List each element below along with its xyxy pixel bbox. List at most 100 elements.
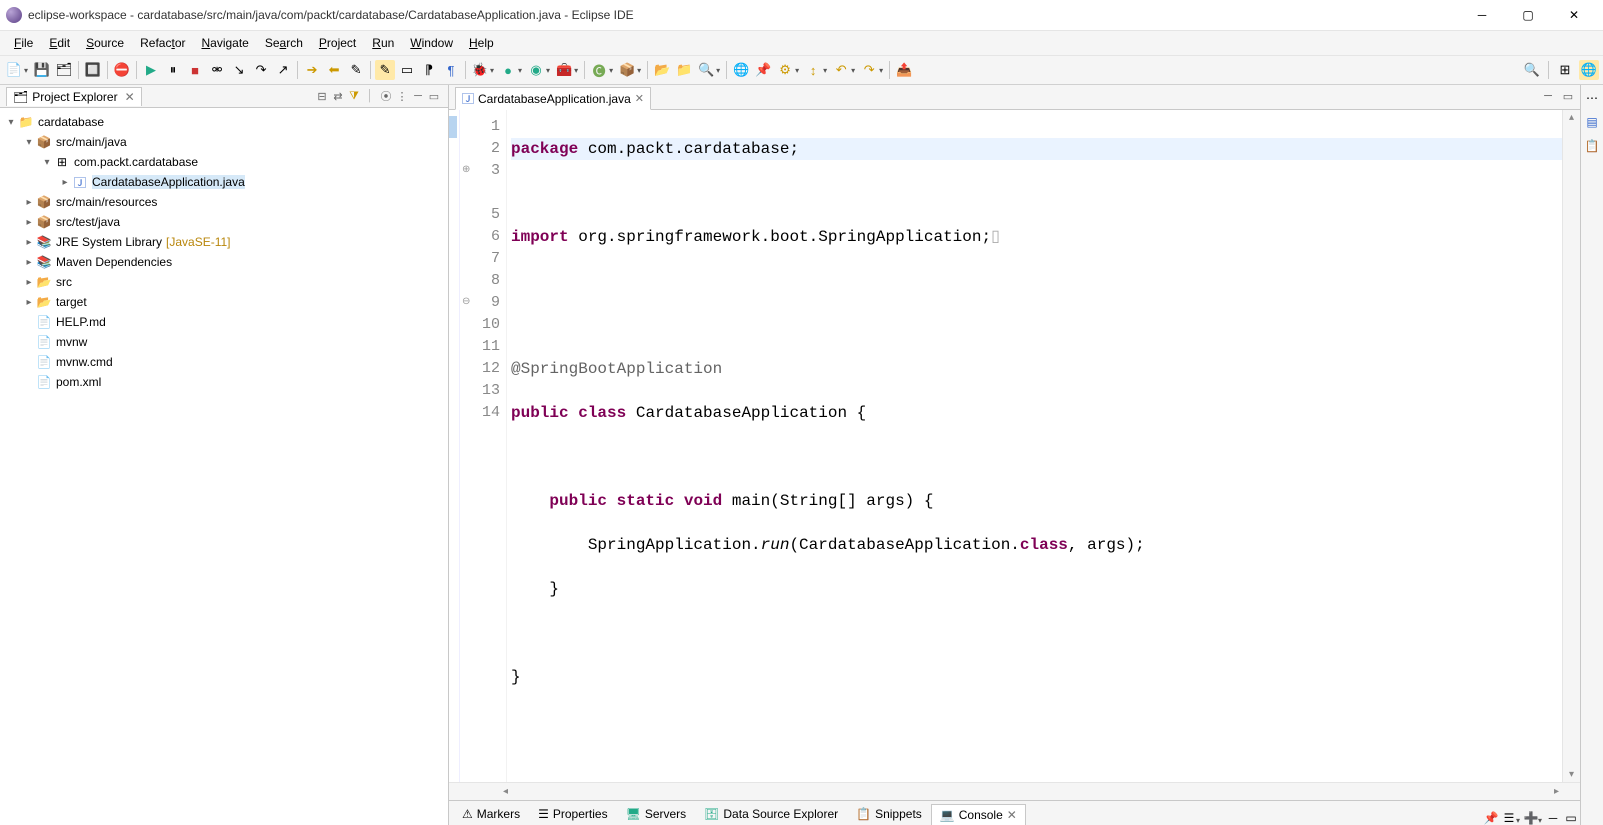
scroll-up-icon[interactable]: ▴ <box>1569 110 1574 125</box>
search-button[interactable]: 🔍 <box>696 60 716 80</box>
collapse-all-button[interactable]: ⊟ <box>314 88 330 104</box>
mark-occurrences-button[interactable]: ✎ <box>375 60 395 80</box>
project-explorer-tab[interactable]: 🗂 Project Explorer ✕ <box>6 87 142 106</box>
menu-window[interactable]: Window <box>402 34 461 52</box>
menu-source[interactable]: Source <box>78 34 132 52</box>
close-button[interactable]: ✕ <box>1551 0 1597 30</box>
tree-pom-xml[interactable]: 📄 pom.xml <box>0 372 448 392</box>
tree-src-test-java[interactable]: ▸ 📦 src/test/java <box>0 212 448 232</box>
block-selection-button[interactable]: ▭ <box>397 60 417 80</box>
menu-search[interactable]: Search <box>257 34 311 52</box>
toggle-breadcrumb-button[interactable]: 🔲 <box>83 60 103 80</box>
show-whitespace-button[interactable]: ⁋ <box>419 60 439 80</box>
open-task-button[interactable]: 📁 <box>674 60 694 80</box>
menu-project[interactable]: Project <box>311 34 364 52</box>
scroll-down-icon[interactable]: ▾ <box>1569 767 1574 782</box>
scroll-left-icon[interactable]: ◂ <box>499 786 512 797</box>
expand-icon[interactable]: ▸ <box>22 237 36 248</box>
pilcrow-button[interactable]: ¶ <box>441 60 461 80</box>
back-button[interactable]: ↶ <box>831 60 851 80</box>
code-area[interactable]: package com.packt.cardatabase; import or… <box>507 110 1562 782</box>
next-annotation-button[interactable]: ➔ <box>302 60 322 80</box>
maximize-bottom-button[interactable]: ▭ <box>1562 811 1580 825</box>
last-edit-button[interactable]: ✎ <box>346 60 366 80</box>
forward-button[interactable]: ↷ <box>859 60 879 80</box>
save-button[interactable]: 💾 <box>32 60 52 80</box>
skip-breakpoints-button[interactable]: ⛔ <box>112 60 132 80</box>
expand-icon[interactable]: ▸ <box>22 217 36 228</box>
expand-icon[interactable]: ▸ <box>22 297 36 308</box>
tab-console[interactable]: 💻Console ✕ <box>931 804 1026 825</box>
menu-edit[interactable]: Edit <box>41 34 78 52</box>
scroll-right-icon[interactable]: ▸ <box>1550 786 1563 797</box>
trim-menu-icon[interactable]: ⋯ <box>1583 89 1601 107</box>
run-button[interactable]: ● <box>498 60 518 80</box>
expand-icon[interactable]: ▸ <box>22 277 36 288</box>
outline-trim-icon[interactable]: ▤ <box>1583 113 1601 131</box>
step-over-button[interactable]: ↷ <box>251 60 271 80</box>
expand-icon[interactable]: ▾ <box>4 117 18 128</box>
close-tab-icon[interactable]: ✕ <box>635 92 644 105</box>
close-view-icon[interactable]: ✕ <box>125 90 135 104</box>
quick-access-button[interactable]: 🔍 <box>1522 60 1542 80</box>
horizontal-scrollbar[interactable]: ◂ ▸ <box>449 782 1580 800</box>
tab-data-source-explorer[interactable]: 🗄Data Source Explorer <box>695 803 847 825</box>
tree-help-md[interactable]: 📄 HELP.md <box>0 312 448 332</box>
minimize-editor-button[interactable]: ─ <box>1539 87 1557 105</box>
pin-console-button[interactable]: 📌 <box>1482 811 1500 825</box>
prev-annotation-button[interactable]: ⬅ <box>324 60 344 80</box>
expand-icon[interactable]: ▾ <box>22 137 36 148</box>
open-perspective-button[interactable]: ⊞ <box>1555 60 1575 80</box>
new-java-class-button[interactable]: 🅒 <box>589 60 609 80</box>
maximize-editor-button[interactable]: ▭ <box>1559 87 1577 105</box>
terminate-button[interactable]: ■ <box>185 60 205 80</box>
tree-jre-library[interactable]: ▸ 📚 JRE System Library [JavaSE-11] <box>0 232 448 252</box>
vertical-scrollbar[interactable]: ▴ ▾ <box>1562 110 1580 782</box>
tab-snippets[interactable]: 📋Snippets <box>847 803 931 825</box>
tree-project[interactable]: ▾ 📁 cardatabase <box>0 112 448 132</box>
expand-icon[interactable]: ▸ <box>58 177 72 188</box>
tasks-trim-icon[interactable]: 📋 <box>1583 137 1601 155</box>
disconnect-button[interactable]: ⚮ <box>207 60 227 80</box>
filter-button[interactable]: ⧩ <box>346 88 362 104</box>
folding-collapse-icon[interactable]: ⊖ <box>462 292 470 314</box>
link-editor-button[interactable]: ⇄ <box>330 88 346 104</box>
tree-java-file[interactable]: ▸ 🄹 CardatabaseApplication.java <box>0 172 448 192</box>
debug-button[interactable]: 🐞 <box>470 60 490 80</box>
external-tools-button[interactable]: 🧰 <box>554 60 574 80</box>
tree-mvnw-cmd[interactable]: 📄 mvnw.cmd <box>0 352 448 372</box>
close-tab-icon[interactable]: ✕ <box>1007 808 1017 822</box>
coverage-button[interactable]: ◉ <box>526 60 546 80</box>
open-type-button[interactable]: 📂 <box>652 60 672 80</box>
project-tree[interactable]: ▾ 📁 cardatabase ▾ 📦 src/main/java ▾ ⊞ co… <box>0 108 448 825</box>
tab-markers[interactable]: ⚠Markers <box>453 803 529 825</box>
expand-icon[interactable]: ▸ <box>22 257 36 268</box>
annotation-button[interactable]: ↕ <box>803 60 823 80</box>
pin-editor-button[interactable]: 📌 <box>753 60 773 80</box>
maximize-button[interactable]: ▢ <box>1505 0 1551 30</box>
external-tools-dropdown[interactable]: ▾ <box>574 66 578 75</box>
editor-tab-cardatabase[interactable]: 🄹 CardatabaseApplication.java ✕ <box>455 87 651 110</box>
line-number-gutter[interactable]: 1 2 3⊕ 5 6 7 8 9⊖ 10 11 12 13 14 <box>460 110 507 782</box>
debug-dropdown[interactable]: ▾ <box>490 66 494 75</box>
java-ee-perspective-button[interactable]: 🌐 <box>1579 60 1599 80</box>
tree-mvnw[interactable]: 📄 mvnw <box>0 332 448 352</box>
new-button[interactable]: 📄 <box>4 60 24 80</box>
editor[interactable]: 1 2 3⊕ 5 6 7 8 9⊖ 10 11 12 13 14 package… <box>449 110 1580 782</box>
coverage-dropdown[interactable]: ▾ <box>546 66 550 75</box>
toggle-button[interactable]: ⚙ <box>775 60 795 80</box>
tab-properties[interactable]: ☰Properties <box>529 803 616 825</box>
menu-refactor[interactable]: Refactor <box>132 34 193 52</box>
focus-task-button[interactable]: ⦿ <box>378 88 394 104</box>
tree-src-main-java[interactable]: ▾ 📦 src/main/java <box>0 132 448 152</box>
maximize-view-button[interactable]: ▭ <box>426 88 442 104</box>
new-java-package-button[interactable]: 📦 <box>617 60 637 80</box>
folding-expand-icon[interactable]: ⊕ <box>462 160 470 182</box>
menu-help[interactable]: Help <box>461 34 502 52</box>
suspend-button[interactable]: ⏸ <box>163 60 183 80</box>
tree-src-main-resources[interactable]: ▸ 📦 src/main/resources <box>0 192 448 212</box>
menu-navigate[interactable]: Navigate <box>193 34 256 52</box>
web-browser-button[interactable]: 🌐 <box>731 60 751 80</box>
step-return-button[interactable]: ↗ <box>273 60 293 80</box>
tree-src-folder[interactable]: ▸ 📂 src <box>0 272 448 292</box>
